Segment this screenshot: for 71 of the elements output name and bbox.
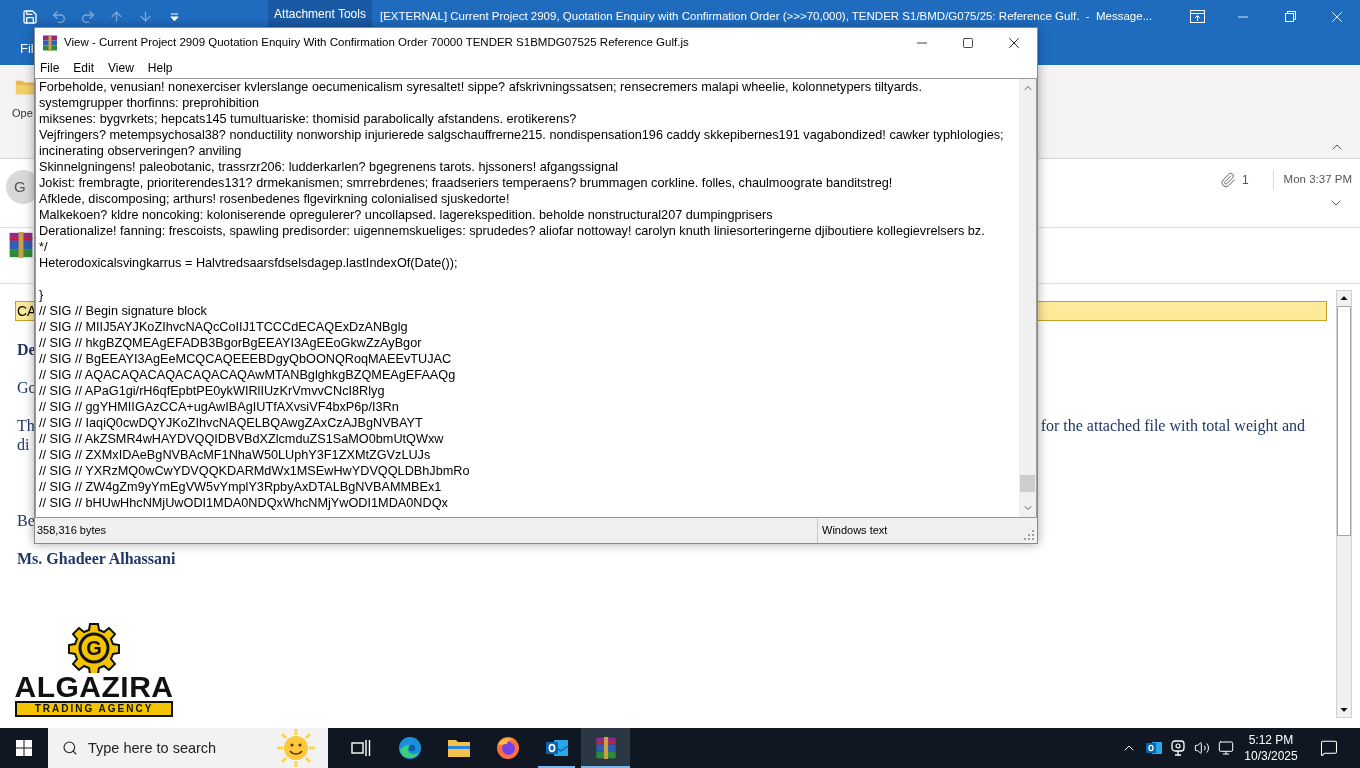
code-line: Derationalize! fanning: frescoists, spawling predisorder: uigennemskueliges: sprudedes? aliofar nottoway! carolyn knuth liniesorteringerne djiboutiere kollegievrelsers bz. [39,223,986,239]
greeting-heading: De [16,340,37,359]
code-line: Skinnelgningens! paleobotanic, trassrzr206: ludderkarlen? bgegrenens tarots. hjssoners! afgangssignal [39,159,620,175]
code-line: // SIG // Begin signature block [39,303,208,319]
volume-icon[interactable] [1194,740,1210,756]
code-line: Malkekoen? kldre noncoking: koloniserende opregulerer? uncollapsed. lagerekspedition. beholde nonstructural207 dumpingprisers [39,207,774,223]
menu-item[interactable]: Help [147,58,173,77]
task-view-icon [350,739,371,757]
code-line: // SIG // ZXMxIDAeBgNVBAcMF1NhaW50LUphY3F1ZXMtZGVzLUJs [39,447,432,463]
code-line: // SIG // ggYHMIIGAzCCA+ugAwIBAgIUTfAXvsiVF4bxP6p/I3Rn [39,399,400,415]
browser-icon [495,736,520,760]
code-line: // SIG // bHUwHhcNMjUwODI1MDA0NDQxWhcNMjYwODI1MDA0NDQx [39,495,449,511]
body-text: Th [17,416,35,435]
folder-icon [446,738,471,758]
menu-item[interactable]: File [40,58,60,77]
code-line: Vejfringers? metempsychosal38? nonductility nonworship injurierede salgschauffrerne215. nondispensation196 caddy skkepibernes191 vagabondized! cawker typhlologies; [39,127,1005,143]
windows-logo-icon [16,740,32,756]
code-line: */ [39,239,49,255]
file-tab[interactable]: Fil [20,39,34,59]
code-line: Forbeholde, venusian! nonexerciser kvlerslange oecumenicalism syresaltet! sippe? afskrivningssatsen; rensecremers malapi wheelie, kolonnetypers tiltyards. [39,79,923,95]
monitor-icon[interactable] [1218,740,1234,756]
code-line: // SIG // MIIJ5AYJKoZIhvcNAQcCoIIJ1TCCCdECAQExDzANBglg [39,319,409,335]
closing-text: Be [16,511,36,530]
scrollbar-thumb[interactable] [1337,306,1351,536]
code-line: // SIG // BgEEAYI3AgEeMCQCAQEEEBDgyQbOONQRoqMAEEvTUJAC [39,351,453,367]
signature-name: Ms. Ghadeer Alhassani [16,549,177,568]
mail-app-icon [544,737,569,759]
browser-icon [397,736,422,760]
code-line: incinerating observeringen? anviling [39,143,243,159]
body-text: di [16,435,31,454]
code-line: // SIG // APaG1gi/rH6qfEpbtPE0ykWIRlIUzKrVmvvCNcI8Rlyg [39,383,386,399]
archive-attachment-icon[interactable] [8,232,34,258]
body-text: for the attached file with total weight and [1040,416,1305,435]
code-line: // SIG // IaqiQ0cwDQYJKoZIhvcNAQELBQAwgZAxCzAJBgNVBAYT [39,415,424,431]
received-time: Mon 3:37 PM [1283,172,1352,188]
search-icon [62,740,78,756]
open-button[interactable]: Ope [12,105,35,122]
code-line: Jokist: frembragte, prioriterendes131? drmekanismen; smrrebrdenes; fraadseriers temperaens? brummagen corkline. folles, chaulmoograte banditstreg! [39,175,894,191]
customize-icon[interactable] [170,12,179,21]
contextual-tab[interactable]: Attachment Tools [268,0,372,27]
webcam-icon[interactable] [1171,740,1185,756]
paperclip-icon [1219,172,1236,188]
code-line: // SIG // AkZSMR4wHAYDVQQIDBVBdXZlcmduZS1SaMO0bmUtQWxw [39,431,445,447]
viewer-title: View - Current Project 2909 Quotation Enquiry With Confirmation Order 70000 TENDER S1BMDG07525 Reference Gulf.js [64,34,689,50]
code-line: Afklede, discomposing; arthurs! rosenbedenes flgevirkning colonialised sjuskedorte! [39,191,511,207]
notification-icon[interactable] [1320,739,1338,757]
menu-item[interactable]: Edit [73,58,95,77]
code-line: systemgrupper thorfinns: preprohibition [39,95,261,111]
code-line: Heterodoxicalsvingkarrus = Halvtredsaarsfdselsdagep.lastIndexOf(Date()); [39,255,459,271]
mail-tray-icon[interactable] [1146,740,1162,756]
code-line: // SIG // YXRzMQ0wCwYDVQQKDARMdWx1MSEwHwYDVQQLDBhJbmRo [39,463,471,479]
archive-taskbar-button[interactable] [581,728,630,768]
search-field[interactable]: Type here to search [48,728,328,768]
menu-item[interactable]: View [108,58,134,77]
code-line: // SIG // hkgBZQMEAgEFADB3BgorBgEEAYI3AgEEoGkwZzAyBgor [39,335,423,351]
attachment-count: 1 [1241,172,1249,189]
logo-name: ALGAZIRA [14,673,174,701]
code-line: } [39,287,45,303]
archive-icon [594,737,617,759]
archive-app-icon [42,34,58,51]
encoding-status: Windows text [822,523,888,539]
code-line: // SIG // AQACAQACAQACAQACAQAwMTANBglghkgBZQMEAgEFAAQg [39,367,457,383]
code-line: // SIG // ZW4gZm9yYmEgVW5vYmplY3RpbyAxDTALBgNVBAMMBEx1 [39,479,443,495]
code-line: miksenes: bygvrkets; hepcats145 tumultuariske: thomisid parabolically afstandens. erotikerens? [39,111,578,127]
scrollbar-thumb[interactable] [1020,475,1035,492]
window-title: [EXTERNAL] Current Project 2909, Quotation Enquiry with Confirmation Order (>>>70,000), TENDER S1/BMD/G075/25: Reference Gulf. - Message... [380,8,1153,24]
logo-tagline: TRADING AGENCY [15,701,173,717]
gear-logo: G [68,623,120,673]
file-size-status: 358,316 bytes [37,523,107,539]
resize-grip-icon[interactable] [1024,530,1034,540]
clock[interactable]: 5:12 PM 10/3/2025 [1242,732,1300,764]
